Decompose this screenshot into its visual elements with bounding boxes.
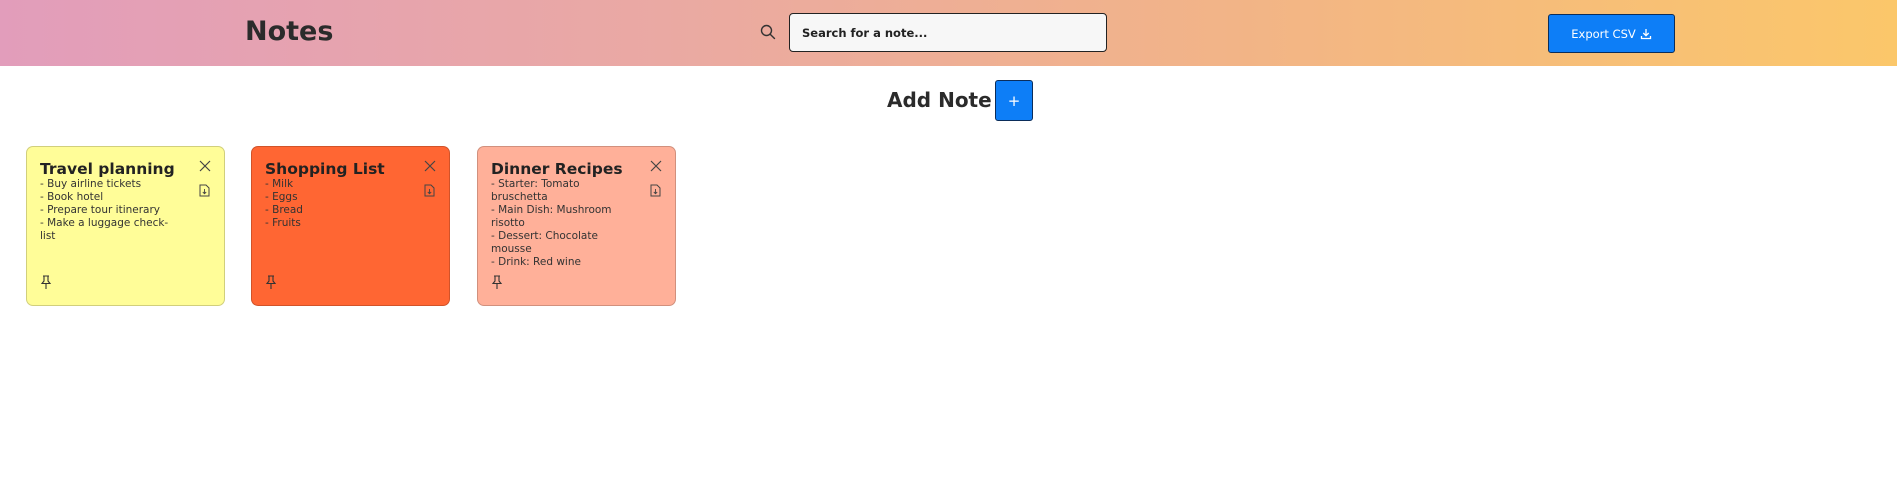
close-icon[interactable]: [424, 160, 436, 172]
add-note-row: Add Note +: [0, 80, 1897, 122]
note-card[interactable]: Dinner Recipes - Starter: Tomato brusche…: [477, 146, 676, 306]
close-icon[interactable]: [199, 160, 211, 172]
add-note-label: Add Note: [887, 88, 992, 112]
note-body: - Buy airline tickets - Book hotel - Pre…: [40, 178, 180, 243]
note-line: - Book hotel: [40, 191, 104, 203]
note-line: - Eggs: [265, 191, 298, 203]
pin-icon[interactable]: [265, 275, 277, 290]
download-icon: [1640, 28, 1651, 39]
note-body: - Starter: Tomato bruschetta - Main Dish…: [491, 178, 631, 269]
note-line: - Prepare tour itinerary: [40, 204, 161, 216]
note-body: - Milk - Eggs - Bread - Fruits: [265, 178, 405, 230]
note-card[interactable]: Travel planning - Buy airline tickets - …: [26, 146, 225, 306]
document-download-icon[interactable]: [199, 184, 210, 197]
note-title: Travel planning: [40, 160, 175, 178]
note-line: - Main Dish: Mushroom risotto: [491, 204, 612, 229]
add-note-button[interactable]: +: [995, 80, 1033, 121]
export-csv-button[interactable]: Export CSV: [1548, 14, 1675, 53]
note-line: - Milk: [265, 178, 294, 190]
note-line: - Starter: Tomato bruschetta: [491, 178, 580, 203]
note-title: Shopping List: [265, 160, 385, 178]
document-download-icon[interactable]: [650, 184, 661, 197]
search-icon: [760, 24, 776, 40]
search-input[interactable]: [789, 13, 1107, 52]
note-line: - Make a luggage check-list: [40, 217, 169, 242]
note-line: - Fruits: [265, 217, 301, 229]
app-header: Notes Export CSV: [0, 0, 1897, 66]
page-title: Notes: [245, 16, 334, 47]
note-line: - Bread: [265, 204, 303, 216]
pin-icon[interactable]: [40, 275, 52, 290]
note-title: Dinner Recipes: [491, 160, 623, 178]
note-line: - Drink: Red wine: [491, 256, 581, 268]
pin-icon[interactable]: [491, 275, 503, 290]
note-card[interactable]: Shopping List - Milk - Eggs - Bread - Fr…: [251, 146, 450, 306]
export-csv-label: Export CSV: [1571, 26, 1636, 41]
note-line: - Dessert: Chocolate mousse: [491, 230, 598, 255]
close-icon[interactable]: [650, 160, 662, 172]
document-download-icon[interactable]: [424, 184, 435, 197]
note-line: - Buy airline tickets: [40, 178, 142, 190]
